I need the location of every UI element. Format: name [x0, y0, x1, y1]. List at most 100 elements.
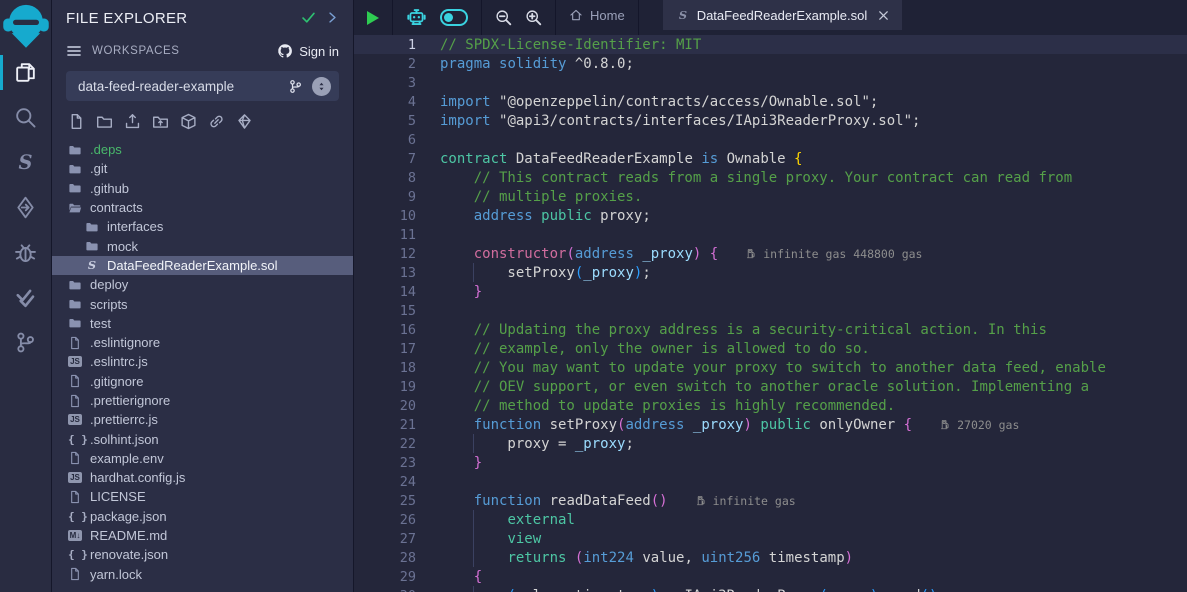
tree-item-example-env[interactable]: example.env [52, 449, 353, 468]
code-line-24[interactable]: 24 [354, 472, 1187, 491]
code-line-28[interactable]: 28 returns (int224 value, uint256 timest… [354, 548, 1187, 567]
ai-assistant-robot-icon[interactable] [406, 7, 427, 28]
code-line-20[interactable]: 20 // method to update proxies is highly… [354, 396, 1187, 415]
tree-item--prettierignore[interactable]: .prettierignore [52, 391, 353, 410]
tree-item--github[interactable]: .github [52, 179, 353, 198]
code-line-14[interactable]: 14 } [354, 282, 1187, 301]
code-line-13[interactable]: 13 setProxy(_proxy); [354, 263, 1187, 282]
activity-bar-items: S [0, 50, 52, 365]
tree-item-test[interactable]: test [52, 314, 353, 333]
code-line-2[interactable]: 2pragma solidity ^0.8.0; [354, 54, 1187, 73]
solidity-icon: S [676, 8, 690, 22]
code-line-8[interactable]: 8 // This contract reads from a single p… [354, 168, 1187, 187]
tree-item-renovate-json[interactable]: { }renovate.json [52, 545, 353, 564]
code-line-27[interactable]: 27 view [354, 529, 1187, 548]
workspace-dropdown-button[interactable] [312, 77, 331, 96]
code-line-1[interactable]: 1// SPDX-License-Identifier: MIT [354, 35, 1187, 54]
code-line-6[interactable]: 6 [354, 130, 1187, 149]
chevron-right-icon[interactable] [326, 9, 339, 27]
tree-item--deps[interactable]: .deps [52, 140, 353, 159]
tree-item-mock[interactable]: mock [52, 236, 353, 255]
line-number: 30 [354, 588, 416, 592]
tree-item--eslintignore[interactable]: .eslintignore [52, 333, 353, 352]
check-icon[interactable] [301, 9, 316, 27]
solidity-unit-testing-button[interactable] [0, 275, 52, 320]
new-folder-button[interactable] [96, 113, 113, 130]
code-line-15[interactable]: 15 [354, 301, 1187, 320]
code-line-30[interactable]: 30 (value, timestamp) = IApi3ReaderProxy… [354, 586, 1187, 592]
code-line-22[interactable]: 22 proxy = _proxy; [354, 434, 1187, 453]
tree-item--solhint-json[interactable]: { }.solhint.json [52, 429, 353, 448]
code-text: constructor(address _proxy) { [440, 246, 718, 262]
file-icon [68, 374, 82, 388]
git-button[interactable] [0, 320, 52, 365]
code-line-23[interactable]: 23 } [354, 453, 1187, 472]
code-line-25[interactable]: 25 function readDataFeed()infinite gas [354, 491, 1187, 510]
upload-file-button[interactable] [124, 113, 141, 130]
code-line-21[interactable]: 21 function setProxy(address _proxy) pub… [354, 415, 1187, 434]
tree-item-deploy[interactable]: deploy [52, 275, 353, 294]
tree-item-package-json[interactable]: { }package.json [52, 507, 353, 526]
search-button[interactable] [0, 95, 52, 140]
code-line-26[interactable]: 26 external [354, 510, 1187, 529]
zoom-out-icon [495, 9, 512, 26]
tree-item-label: .github [90, 181, 129, 196]
tree-item--eslintrc-js[interactable]: JS.eslintrc.js [52, 352, 353, 371]
tree-item-datafeedreaderexample-sol[interactable]: SDataFeedReaderExample.sol [52, 256, 353, 275]
close-icon[interactable] [878, 10, 889, 21]
code-line-11[interactable]: 11 [354, 225, 1187, 244]
code-line-17[interactable]: 17 // example, only the owner is allowed… [354, 339, 1187, 358]
cube-button[interactable] [180, 113, 197, 130]
tree-item-yarn-lock[interactable]: yarn.lock [52, 565, 353, 584]
debugger-button[interactable] [0, 230, 52, 275]
code-line-7[interactable]: 7contract DataFeedReaderExample is Ownab… [354, 149, 1187, 168]
hamburger-menu-icon[interactable] [66, 43, 82, 59]
code-line-3[interactable]: 3 [354, 73, 1187, 92]
upload-folder-button[interactable] [152, 113, 169, 130]
code-line-12[interactable]: 12 constructor(address _proxy) {infinite… [354, 244, 1187, 263]
file-explorer-button[interactable] [0, 50, 52, 95]
code-line-4[interactable]: 4import "@openzeppelin/contracts/access/… [354, 92, 1187, 111]
git-branch-icon[interactable] [288, 79, 303, 94]
tree-item-hardhat-config-js[interactable]: JShardhat.config.js [52, 468, 353, 487]
line-number: 26 [354, 512, 416, 528]
tree-item-label: example.env [90, 451, 164, 466]
code-editor[interactable]: 1// SPDX-License-Identifier: MIT2pragma … [354, 35, 1187, 592]
remix-ide-window: S FILE EXPLORER WORKSPACES Sign in data-… [0, 0, 1187, 592]
code-text: returns (int224 value, uint256 timestamp… [440, 550, 853, 566]
workspace-selector[interactable]: data-feed-reader-example [66, 71, 339, 101]
tree-item-readme-md[interactable]: M↓README.md [52, 526, 353, 545]
tab-home[interactable]: Home [556, 0, 638, 30]
line-number: 2 [354, 56, 416, 72]
remix-logo-icon[interactable] [0, 0, 52, 50]
code-text: address public proxy; [440, 208, 651, 224]
tree-item-scripts[interactable]: scripts [52, 294, 353, 313]
deploy-and-run-button[interactable] [0, 185, 52, 230]
tree-item-label: .git [90, 161, 107, 176]
tree-item--gitignore[interactable]: .gitignore [52, 372, 353, 391]
code-line-9[interactable]: 9 // multiple proxies. [354, 187, 1187, 206]
zoom-out-icon[interactable] [495, 9, 512, 26]
link-button[interactable] [208, 113, 225, 130]
tree-item-contracts[interactable]: contracts [52, 198, 353, 217]
solidity-compiler-button[interactable]: S [0, 140, 52, 185]
ai-toggle-switch[interactable] [440, 9, 468, 26]
tree-item--prettierrc-js[interactable]: JS.prettierrc.js [52, 410, 353, 429]
code-line-5[interactable]: 5import "@api3/contracts/interfaces/IApi… [354, 111, 1187, 130]
code-line-18[interactable]: 18 // You may want to update your proxy … [354, 358, 1187, 377]
tree-item-interfaces[interactable]: interfaces [52, 217, 353, 236]
code-line-10[interactable]: 10 address public proxy; [354, 206, 1187, 225]
code-line-16[interactable]: 16 // Updating the proxy address is a se… [354, 320, 1187, 339]
zoom-in-icon[interactable] [525, 9, 542, 26]
new-file-button[interactable] [68, 113, 85, 130]
file-explorer-panel: FILE EXPLORER WORKSPACES Sign in data-fe… [52, 0, 354, 592]
tree-item-label: hardhat.config.js [90, 470, 185, 485]
tab-datafeedreaderexample-sol[interactable]: S DataFeedReaderExample.sol [663, 0, 903, 30]
tree-item--git[interactable]: .git [52, 159, 353, 178]
code-line-19[interactable]: 19 // OEV support, or even switch to ano… [354, 377, 1187, 396]
run-script-button[interactable] [367, 11, 379, 25]
tree-item-license[interactable]: LICENSE [52, 487, 353, 506]
sign-in-button[interactable]: Sign in [277, 43, 339, 59]
gem-button[interactable] [236, 113, 253, 130]
code-line-29[interactable]: 29 { [354, 567, 1187, 586]
